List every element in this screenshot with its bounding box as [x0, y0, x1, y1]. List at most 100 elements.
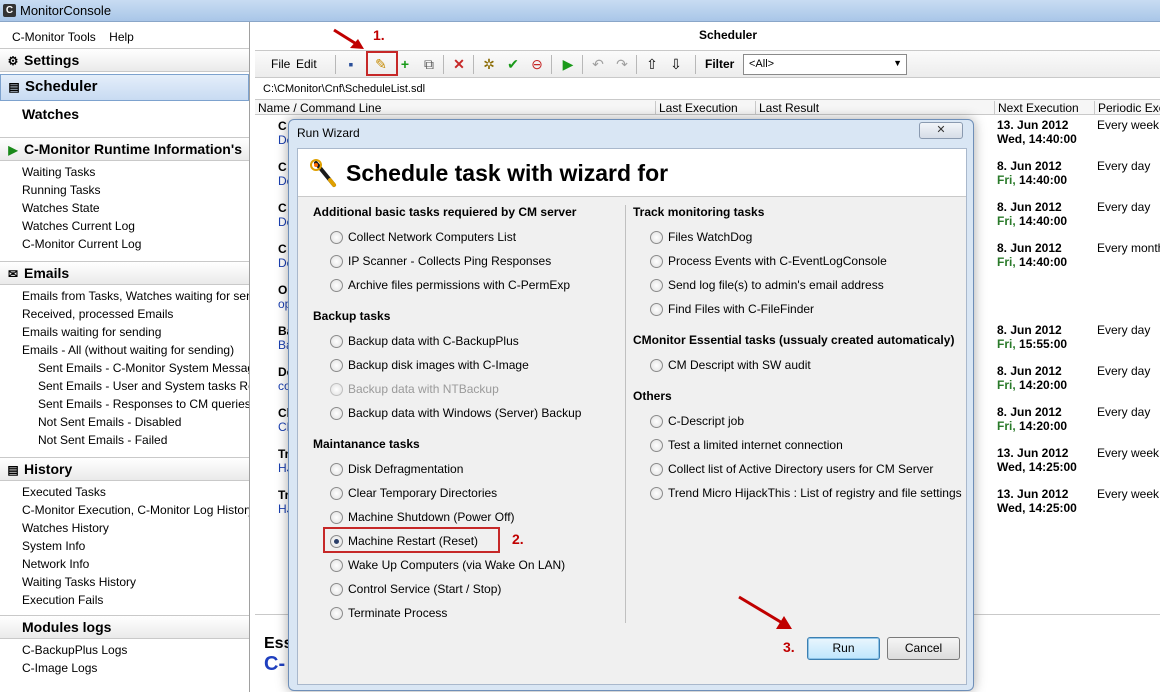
radio-button[interactable] [650, 303, 663, 316]
nav-not-sent-disabled[interactable]: Not Sent Emails - Disabled [0, 413, 249, 431]
toolbar-separator [335, 55, 336, 74]
nav-emails-header[interactable]: ✉ Emails [0, 261, 249, 285]
next-execution-day: Fri, [997, 214, 1016, 228]
nav-execution-fails[interactable]: Execution Fails [0, 591, 249, 609]
radio-button[interactable] [330, 255, 343, 268]
task-name: C [278, 119, 287, 133]
radio-button[interactable] [650, 439, 663, 452]
nav-emails-waiting[interactable]: Emails from Tasks, Watches waiting for s… [0, 287, 249, 305]
col-last-result[interactable]: Last Result [755, 101, 819, 115]
radio-button[interactable] [330, 559, 343, 572]
nav-not-sent-failed[interactable]: Not Sent Emails - Failed [0, 431, 249, 449]
run-button[interactable]: Run [807, 637, 880, 660]
radio-button[interactable] [330, 407, 343, 420]
next-execution-clock: 14:25:00 [1028, 460, 1077, 474]
col-last-execution[interactable]: Last Execution [655, 101, 738, 115]
radio-button[interactable] [330, 279, 343, 292]
nav-emails-all[interactable]: Emails - All (without waiting for sendin… [0, 341, 249, 359]
nav-execution-history[interactable]: C-Monitor Execution, C-Monitor Log Histo… [0, 501, 249, 519]
modules-items: C-BackupPlus Logs C-Image Logs [0, 639, 249, 681]
nav-scheduler[interactable]: ▤ Scheduler [0, 74, 249, 101]
nav-settings[interactable]: ⚙ Settings [0, 48, 249, 72]
close-icon[interactable]: ✕ [919, 122, 963, 139]
nav-emails-for-sending[interactable]: Emails waiting for sending [0, 323, 249, 341]
radio-button[interactable] [650, 231, 663, 244]
radio-button[interactable] [330, 359, 343, 372]
radio-button[interactable] [330, 607, 343, 620]
run-icon[interactable]: ▶ [558, 54, 578, 74]
nav-network-info[interactable]: Network Info [0, 555, 249, 573]
stop-icon[interactable]: ⊖ [527, 54, 547, 74]
copy-icon[interactable]: ⧉ [419, 54, 439, 74]
nav-sent-system[interactable]: Sent Emails - C-Monitor System Messages [0, 359, 249, 377]
nav-cimage-logs[interactable]: C-Image Logs [0, 659, 249, 677]
radio-button[interactable] [330, 583, 343, 596]
next-execution-date: 8. Jun 2012 [997, 364, 1062, 378]
nav-runtime-header[interactable]: ▶ C-Monitor Runtime Information's [0, 137, 249, 161]
next-execution-clock: 14:25:00 [1028, 501, 1077, 515]
next-execution-clock: 14:40:00 [1019, 173, 1068, 187]
play-icon: ▶ [8, 143, 18, 157]
radio-button[interactable] [330, 511, 343, 524]
nav-sent-responses[interactable]: Sent Emails - Responses to CM queries [0, 395, 249, 413]
nav-history-label: History [24, 461, 73, 477]
nav-waiting-tasks[interactable]: Waiting Tasks [0, 163, 249, 181]
menu-help[interactable]: Help [109, 30, 134, 44]
nav-system-info[interactable]: System Info [0, 537, 249, 555]
nav-cmonitor-current-log[interactable]: C-Monitor Current Log [0, 235, 249, 253]
history-icon: ▤ [7, 463, 19, 477]
radio-button[interactable] [330, 231, 343, 244]
radio-button[interactable] [650, 279, 663, 292]
radio-button[interactable] [330, 383, 343, 396]
col-next-execution[interactable]: Next Execution [994, 101, 1079, 115]
radio-button[interactable] [650, 255, 663, 268]
settings-icon[interactable]: ✲ [479, 54, 499, 74]
chevron-down-icon: ▼ [893, 58, 902, 68]
schedule-file-path: C:\CMonitor\Cnf\ScheduleList.sdl [263, 83, 426, 95]
group-basic-title: Additional basic tasks requiered by CM s… [313, 205, 577, 219]
add-icon[interactable]: + [395, 54, 415, 74]
radio-button[interactable] [330, 463, 343, 476]
check-icon[interactable]: ✔ [503, 54, 523, 74]
move-up-icon[interactable]: ⇧ [642, 54, 662, 74]
radio-button[interactable] [650, 487, 663, 500]
next-execution-day: Wed, [997, 460, 1026, 474]
col-name[interactable]: Name / Command Line [255, 101, 381, 115]
nav-executed-tasks[interactable]: Executed Tasks [0, 483, 249, 501]
cancel-button[interactable]: Cancel [887, 637, 960, 660]
radio-button[interactable] [650, 415, 663, 428]
radio-button[interactable] [650, 359, 663, 372]
nav-watches-current-log[interactable]: Watches Current Log [0, 217, 249, 235]
nav-running-tasks[interactable]: Running Tasks [0, 181, 249, 199]
menu-edit[interactable]: Edit [296, 57, 317, 71]
menu-file[interactable]: File [271, 57, 290, 71]
menu-cmonitor-tools[interactable]: C-Monitor Tools [12, 30, 96, 44]
toolbar-separator [473, 55, 474, 74]
next-execution-time: Fri, 15:55:00 [997, 337, 1067, 351]
nav-watches[interactable]: Watches [0, 101, 249, 127]
save-icon[interactable]: ▪ [341, 54, 361, 74]
radio-button[interactable] [650, 463, 663, 476]
next-execution-time: Wed, 14:25:00 [997, 501, 1077, 515]
move-down-icon[interactable]: ⇩ [666, 54, 686, 74]
filter-select[interactable]: <All> ▼ [743, 54, 907, 75]
nav-modules-header[interactable]: Modules logs [0, 615, 249, 639]
radio-label: Control Service (Start / Stop) [348, 582, 502, 596]
nav-cbackupplus-logs[interactable]: C-BackupPlus Logs [0, 641, 249, 659]
nav-sent-user[interactable]: Sent Emails - User and System tasks Resu… [0, 377, 249, 395]
nav-emails-received[interactable]: Received, processed Emails [0, 305, 249, 323]
redo-icon[interactable]: ↷ [612, 54, 632, 74]
nav-waiting-tasks-history[interactable]: Waiting Tasks History [0, 573, 249, 591]
nav-watches-state[interactable]: Watches State [0, 199, 249, 217]
magic-wand-icon [310, 159, 336, 187]
undo-icon[interactable]: ↶ [588, 54, 608, 74]
radio-label: Terminate Process [348, 606, 448, 620]
nav-history-header[interactable]: ▤ History [0, 457, 249, 481]
nav-watches-history[interactable]: Watches History [0, 519, 249, 537]
delete-icon[interactable]: ✕ [449, 54, 469, 74]
radio-button[interactable] [330, 335, 343, 348]
toolbar-separator [551, 55, 552, 74]
next-execution-clock: 15:55:00 [1019, 337, 1068, 351]
col-periodic[interactable]: Periodic Exec [1094, 101, 1160, 115]
radio-button[interactable] [330, 487, 343, 500]
